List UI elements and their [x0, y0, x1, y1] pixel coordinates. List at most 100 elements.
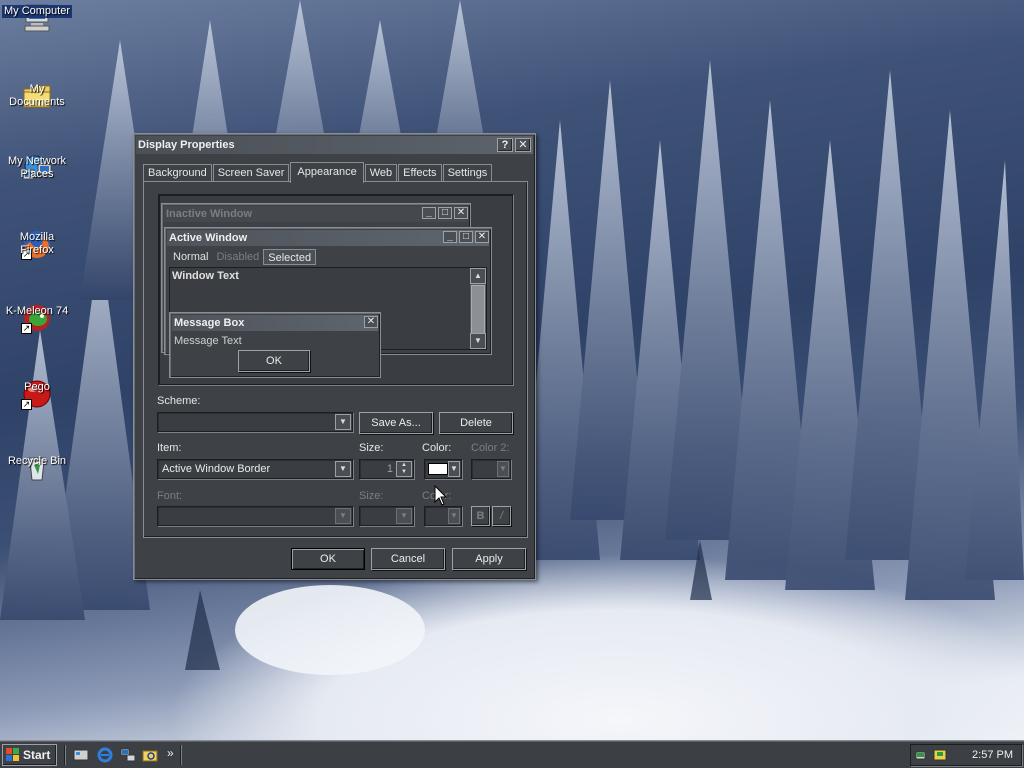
font-size-select[interactable]: ▼ — [359, 506, 414, 526]
show-desktop-icon[interactable] — [73, 747, 89, 763]
desktop-icon-label: K-Meleon 74 — [5, 305, 69, 317]
mouse-cursor-icon — [434, 485, 448, 506]
chevron-down-icon: ▼ — [335, 508, 351, 524]
font-size-label: Size: — [359, 490, 384, 502]
desktop-icon-label: Pego — [24, 381, 50, 393]
preview-message-box: Message Box ✕ Message Text OK — [169, 312, 381, 378]
dialog-title: Display Properties — [138, 139, 235, 151]
scroll-down-icon: ▼ — [470, 333, 486, 349]
maximize-icon: □ — [459, 231, 473, 243]
chevron-down-icon: ▼ — [497, 461, 509, 477]
help-button[interactable]: ? — [497, 138, 513, 152]
desktop-icon-label: My Network Places — [7, 155, 67, 180]
tab-effects[interactable]: Effects — [398, 164, 442, 182]
close-icon: ✕ — [454, 207, 468, 219]
item-value: Active Window Border — [162, 463, 271, 475]
quick-launch-chevron[interactable]: » — [167, 746, 174, 760]
tab-web[interactable]: Web — [364, 164, 398, 182]
start-label: Start — [23, 748, 51, 762]
item-size-stepper[interactable]: 1 ▲ ▼ — [359, 459, 414, 479]
chevron-down-icon: ▼ — [448, 508, 460, 524]
bold-button[interactable]: B — [471, 506, 490, 526]
scheme-select[interactable]: ▼ — [157, 412, 353, 432]
apply-button[interactable]: Apply — [452, 548, 526, 570]
delete-button[interactable]: Delete — [439, 412, 513, 434]
internet-explorer-icon[interactable] — [97, 747, 113, 763]
desktop-icon-network-places[interactable]: My Network Places — [0, 152, 74, 184]
preview-scrollbar: ▲ ▼ — [470, 268, 486, 349]
preview-menu-disabled: Disabled — [216, 251, 260, 263]
windows-logo-icon — [6, 748, 19, 761]
preview-inactive-titlebar: Inactive Window _ □ ✕ — [164, 206, 468, 222]
preview-msgbox-ok: OK — [238, 350, 310, 372]
maximize-icon: □ — [438, 207, 452, 219]
chevron-down-icon: ▼ — [396, 508, 412, 524]
preview-menu-bar: Normal Disabled Selected — [169, 249, 317, 265]
desktop-icon-my-documents[interactable]: My Documents — [0, 80, 74, 112]
color-swatch — [428, 463, 448, 475]
ok-button[interactable]: OK — [291, 548, 365, 570]
preview-menu-normal: Normal — [173, 251, 209, 263]
close-icon: ✕ — [475, 231, 489, 243]
item-select[interactable]: Active Window Border ▼ — [157, 459, 353, 479]
desktop-icon-pego[interactable]: ↗ Pego — [0, 378, 74, 410]
preview-msgbox-text: Message Text — [174, 335, 242, 347]
cancel-button[interactable]: Cancel — [371, 548, 445, 570]
network-status-icon[interactable] — [915, 747, 931, 763]
taskbar-separator — [64, 745, 66, 765]
minimize-icon: _ — [443, 231, 457, 243]
explorer-icon[interactable] — [142, 747, 158, 763]
close-button[interactable]: ✕ — [515, 138, 531, 152]
desktop-icon-label: Recycle Bin — [7, 455, 67, 467]
tab-settings[interactable]: Settings — [442, 164, 493, 182]
desktop-icon-label: My Computer — [1, 5, 73, 18]
chevron-down-icon: ▼ — [448, 461, 460, 477]
desktop-icon-firefox[interactable]: ↗ Mozilla Firefox — [0, 228, 74, 260]
tab-appearance[interactable]: Appearance — [290, 162, 364, 183]
scroll-up-icon: ▲ — [470, 268, 486, 284]
taskbar: Start » 2:57 PM — [0, 740, 1024, 768]
chevron-down-icon: ▼ — [335, 461, 351, 477]
volume-icon[interactable] — [933, 747, 949, 763]
tab-background[interactable]: Background — [143, 164, 212, 182]
save-as-button[interactable]: Save As... — [359, 412, 433, 434]
shortcut-arrow-icon: ↗ — [21, 399, 32, 410]
taskbar-separator — [180, 745, 182, 765]
preview-active-titlebar: Active Window _ □ ✕ — [167, 230, 489, 246]
italic-button[interactable]: / — [492, 506, 511, 526]
chevron-down-icon: ▼ — [335, 414, 351, 430]
tab-screen-saver[interactable]: Screen Saver — [212, 164, 290, 182]
dialog-titlebar[interactable]: Display Properties ? ✕ — [136, 136, 533, 154]
system-tray: 2:57 PM — [910, 744, 1022, 766]
font-label: Font: — [157, 490, 183, 502]
item-label: Item: — [157, 442, 182, 454]
appearance-preview[interactable]: Inactive Window _ □ ✕ Active Window _ □ … — [158, 194, 513, 385]
preview-msgbox-titlebar: Message Box ✕ — [172, 315, 378, 331]
start-button[interactable]: Start — [2, 744, 57, 766]
shortcut-arrow-icon: ↗ — [21, 323, 32, 334]
tab-strip: Background Screen Saver Appearance Web E… — [143, 162, 493, 183]
preview-active-title: Active Window — [169, 232, 248, 244]
preview-msgbox-title: Message Box — [174, 317, 245, 329]
preview-window-text: Window Text — [172, 270, 239, 282]
desktop-icon-label: Mozilla Firefox — [19, 231, 55, 256]
item-color2-label: Color 2: — [471, 442, 510, 454]
desktop-icon-my-computer[interactable]: My Computer — [0, 2, 74, 34]
font-color-picker[interactable]: ▼ — [424, 506, 462, 526]
scroll-thumb — [471, 285, 485, 335]
item-size-value: 1 — [386, 463, 393, 475]
network-icon[interactable] — [120, 747, 136, 763]
item-color-picker[interactable]: ▼ — [424, 459, 462, 479]
close-icon: ✕ — [364, 316, 378, 328]
item-color2-picker[interactable]: ▼ — [471, 459, 511, 479]
minimize-icon: _ — [422, 207, 436, 219]
item-color-label: Color: — [422, 442, 452, 454]
spin-arrows-icon: ▲ ▼ — [396, 461, 412, 477]
desktop-icon-kmeleon[interactable]: ↗ K-Meleon 74 — [0, 302, 74, 334]
appearance-panel: Inactive Window _ □ ✕ Active Window _ □ … — [143, 181, 528, 538]
preview-inactive-title: Inactive Window — [166, 208, 253, 220]
desktop-icon-recycle-bin[interactable]: Recycle Bin — [0, 452, 74, 484]
clock[interactable]: 2:57 PM — [972, 749, 1013, 761]
font-select[interactable]: ▼ — [157, 506, 353, 526]
desktop-icon-label: My Documents — [9, 83, 65, 108]
